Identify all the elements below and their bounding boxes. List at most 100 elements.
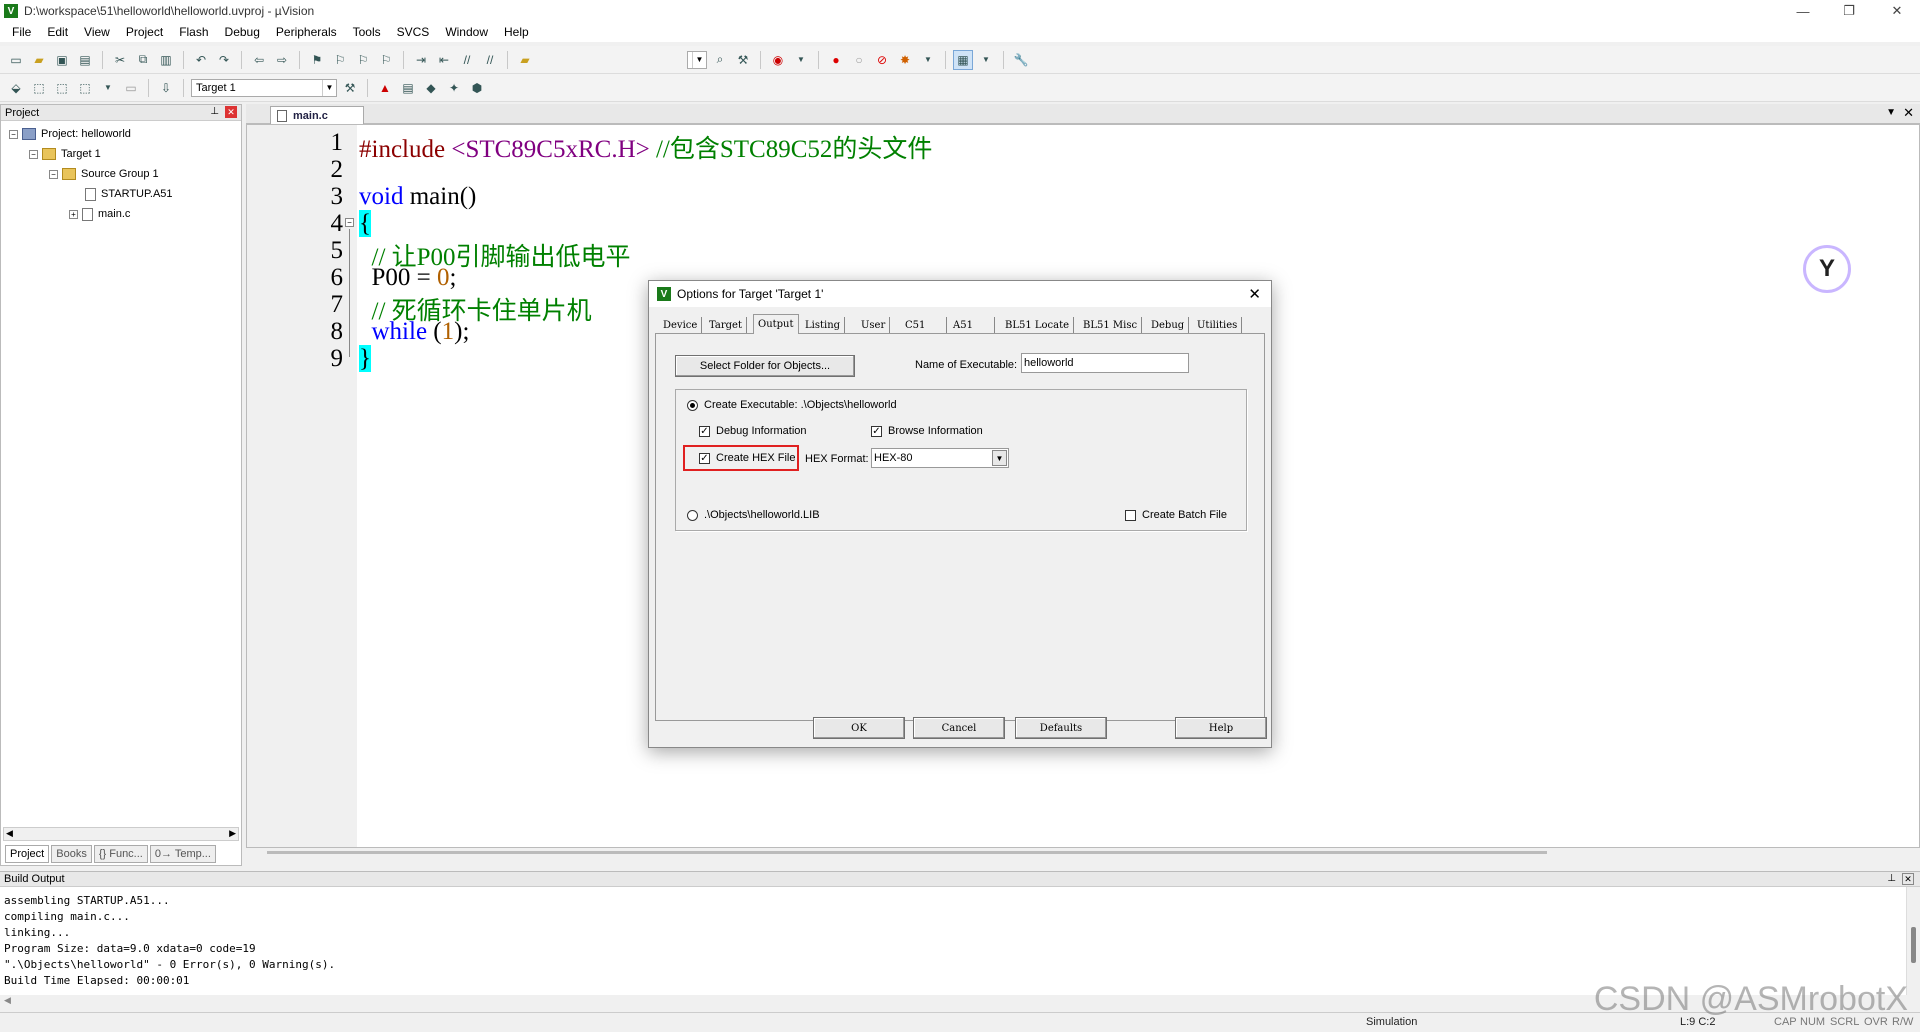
menu-view[interactable]: View bbox=[76, 25, 118, 39]
tab-bl51-misc[interactable]: BL51 Misc bbox=[1079, 317, 1143, 333]
horizontal-scrollbar[interactable]: ◀ ▶ bbox=[3, 827, 239, 841]
maximize-button[interactable]: ❐ bbox=[1826, 0, 1872, 22]
save-all-icon[interactable]: ▤ bbox=[75, 50, 95, 70]
redo-icon[interactable]: ↷ bbox=[214, 50, 234, 70]
help-button[interactable]: Help bbox=[1175, 717, 1267, 739]
copy-icon[interactable]: ⧉ bbox=[133, 50, 153, 70]
close-window-button[interactable]: ✕ bbox=[1874, 0, 1920, 22]
menu-peripherals[interactable]: Peripherals bbox=[268, 25, 345, 39]
cancel-button[interactable]: Cancel bbox=[913, 717, 1005, 739]
tab-a51[interactable]: A51 bbox=[949, 317, 995, 333]
name-of-executable-input[interactable]: helloworld bbox=[1021, 353, 1189, 373]
breakpoint-icon[interactable]: ● bbox=[826, 50, 846, 70]
open-file-icon[interactable]: ▰ bbox=[29, 50, 49, 70]
tab-device[interactable]: Device bbox=[659, 317, 703, 333]
ok-button[interactable]: OK bbox=[813, 717, 905, 739]
scroll-left-icon[interactable]: ◀ bbox=[4, 995, 11, 1006]
tree-file-startup[interactable]: STARTUP.A51 bbox=[85, 185, 173, 203]
paste-icon[interactable]: ▥ bbox=[156, 50, 176, 70]
incremental-find-icon[interactable]: ⚒ bbox=[733, 50, 753, 70]
find-combo[interactable]: ▼ bbox=[687, 50, 707, 69]
pack-installer-icon[interactable]: ✦ bbox=[444, 78, 464, 98]
menu-debug[interactable]: Debug bbox=[217, 25, 268, 39]
dropdown-arrow-icon[interactable]: ▼ bbox=[976, 50, 996, 70]
collapse-icon[interactable]: − bbox=[29, 149, 38, 159]
configure-wrench-icon[interactable]: 🔧 bbox=[1011, 50, 1031, 70]
tab-main-c[interactable]: main.c bbox=[270, 106, 364, 124]
tab-books[interactable]: Books bbox=[51, 845, 92, 863]
rebuild-icon[interactable]: ⬚ bbox=[52, 78, 72, 98]
new-file-icon[interactable]: ▭ bbox=[6, 50, 26, 70]
clear-bookmarks-icon[interactable]: ⚐ bbox=[376, 50, 396, 70]
menu-edit[interactable]: Edit bbox=[39, 25, 76, 39]
tree-file-main[interactable]: + main.c bbox=[69, 205, 130, 223]
tab-list-chevron-icon[interactable]: ▼ bbox=[1886, 107, 1896, 118]
download-icon[interactable]: ⇩ bbox=[156, 78, 176, 98]
browse-information-checkbox[interactable]: ✓ Browse Information bbox=[871, 425, 983, 437]
expand-icon[interactable]: + bbox=[69, 209, 78, 219]
select-packs-icon[interactable]: ▤ bbox=[398, 78, 418, 98]
assistant-float-icon[interactable]: Y bbox=[1803, 245, 1851, 293]
select-folder-button[interactable]: Select Folder for Objects... bbox=[675, 355, 855, 377]
close-panel-icon[interactable]: ✕ bbox=[225, 106, 237, 118]
scroll-left-icon[interactable]: ◀ bbox=[6, 828, 13, 839]
fold-icon[interactable]: − bbox=[345, 218, 354, 227]
tab-c51[interactable]: C51 bbox=[901, 317, 947, 333]
tab-output[interactable]: Output bbox=[753, 314, 799, 334]
manage-runtime-icon[interactable]: ◆ bbox=[421, 78, 441, 98]
cut-icon[interactable]: ✂ bbox=[110, 50, 130, 70]
create-library-radio[interactable]: .\Objects\helloworld.LIB bbox=[687, 509, 820, 521]
debug-session-icon[interactable]: ◉ bbox=[768, 50, 788, 70]
menu-help[interactable]: Help bbox=[496, 25, 537, 39]
chevron-down-icon[interactable]: ▼ bbox=[992, 450, 1007, 466]
close-tab-icon[interactable]: ✕ bbox=[1903, 105, 1914, 121]
nav-back-icon[interactable]: ⇦ bbox=[249, 50, 269, 70]
next-bookmark-icon[interactable]: ⚐ bbox=[353, 50, 373, 70]
scroll-right-icon[interactable]: ▶ bbox=[229, 828, 236, 839]
target-options-icon[interactable]: ⚒ bbox=[340, 78, 360, 98]
minimize-button[interactable]: — bbox=[1780, 0, 1826, 22]
hex-format-select[interactable]: HEX-80 ▼ bbox=[871, 448, 1009, 468]
manage-project-icon[interactable]: ▲ bbox=[375, 78, 395, 98]
debug-information-checkbox[interactable]: ✓ Debug Information bbox=[699, 425, 807, 437]
comment-icon[interactable]: // bbox=[457, 50, 477, 70]
find-icon[interactable]: ⌕ bbox=[710, 50, 730, 70]
close-panel-icon[interactable]: ✕ bbox=[1902, 873, 1914, 885]
tree-source-group[interactable]: − Source Group 1 bbox=[49, 165, 159, 183]
multi-project-icon[interactable]: ⬢ bbox=[467, 78, 487, 98]
tab-functions[interactable]: {} Func... bbox=[93, 845, 148, 863]
menu-project[interactable]: Project bbox=[118, 25, 171, 39]
tab-utilities[interactable]: Utilities bbox=[1193, 317, 1243, 333]
find-in-files-icon[interactable]: ▰ bbox=[515, 50, 535, 70]
translate-icon[interactable]: ⬙ bbox=[6, 78, 26, 98]
nav-forward-icon[interactable]: ⇨ bbox=[272, 50, 292, 70]
tree-target[interactable]: − Target 1 bbox=[29, 145, 101, 163]
indent-icon[interactable]: ⇥ bbox=[411, 50, 431, 70]
menu-flash[interactable]: Flash bbox=[171, 25, 216, 39]
tab-project[interactable]: Project bbox=[5, 845, 50, 863]
dropdown-arrow-icon[interactable]: ▼ bbox=[791, 50, 811, 70]
defaults-button[interactable]: Defaults bbox=[1015, 717, 1107, 739]
undo-icon[interactable]: ↶ bbox=[191, 50, 211, 70]
menu-svcs[interactable]: SVCS bbox=[389, 25, 438, 39]
tab-target[interactable]: Target bbox=[705, 317, 747, 333]
scrollbar-thumb[interactable] bbox=[1911, 927, 1916, 963]
tab-user[interactable]: User bbox=[857, 317, 891, 333]
window-layout-icon[interactable]: ▦ bbox=[953, 49, 973, 70]
create-executable-radio[interactable]: Create Executable: .\Objects\helloworld bbox=[687, 399, 897, 411]
dropdown-arrow-icon[interactable]: ▼ bbox=[98, 78, 118, 98]
tab-debug[interactable]: Debug bbox=[1147, 317, 1190, 333]
batch-build-icon[interactable]: ⬚ bbox=[75, 78, 95, 98]
build-icon[interactable]: ⬚ bbox=[29, 78, 49, 98]
menu-tools[interactable]: Tools bbox=[345, 25, 389, 39]
unindent-icon[interactable]: ⇤ bbox=[434, 50, 454, 70]
create-batch-file-checkbox[interactable]: Create Batch File bbox=[1125, 509, 1227, 521]
create-hex-file-checkbox[interactable]: ✓ Create HEX File bbox=[699, 452, 795, 464]
stop-build-icon[interactable]: ▭ bbox=[121, 78, 141, 98]
collapse-icon[interactable]: − bbox=[49, 169, 58, 179]
target-select[interactable]: Target 1 ▼ bbox=[191, 78, 337, 97]
uncomment-icon[interactable]: // bbox=[480, 50, 500, 70]
prev-bookmark-icon[interactable]: ⚐ bbox=[330, 50, 350, 70]
tab-listing[interactable]: Listing bbox=[801, 317, 846, 333]
close-dialog-icon[interactable]: ✕ bbox=[1248, 285, 1261, 303]
